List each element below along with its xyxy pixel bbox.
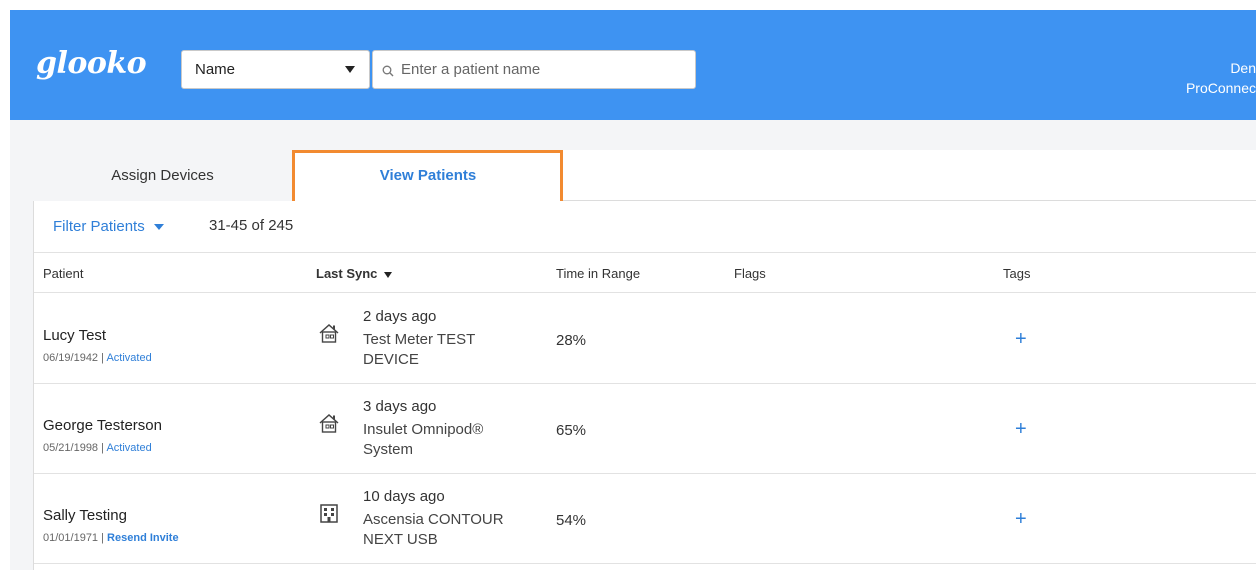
tab-label: Assign Devices: [111, 167, 214, 184]
add-tag-button[interactable]: +: [1015, 328, 1027, 351]
app-header: glooko Name Den ProConnec: [10, 10, 1256, 120]
patient-meta: 05/21/1998 | Activated: [43, 442, 152, 454]
patient-meta: 01/01/1971 | Resend Invite: [43, 532, 179, 544]
user-organization: ProConnec: [1185, 80, 1256, 96]
add-tag-button[interactable]: +: [1015, 418, 1027, 441]
column-header-tags[interactable]: Tags: [1003, 266, 1030, 281]
sort-desc-icon: [384, 271, 393, 278]
table-row[interactable]: Lucy Test 06/19/1942 | Activated 2 days …: [34, 294, 1256, 384]
patient-search-field[interactable]: [372, 50, 696, 89]
filter-patients-button[interactable]: Filter Patients: [53, 218, 164, 235]
last-sync-device: Insulet Omnipod® System: [363, 421, 484, 458]
home-icon: [318, 322, 340, 344]
last-sync-device: Ascensia CONTOUR NEXT USB: [363, 511, 504, 548]
pagination-count: 31-45 of 245: [209, 217, 294, 234]
chevron-down-icon: [345, 66, 355, 73]
patient-status-link[interactable]: Activated: [106, 352, 151, 364]
time-in-range-value: 65%: [556, 422, 587, 439]
table-row[interactable]: George Testerson 05/21/1998 | Activated …: [34, 384, 1256, 474]
patient-dob: 01/01/1971: [43, 532, 99, 544]
patient-status-link[interactable]: Activated: [106, 442, 151, 454]
filter-bar: Filter Patients 31-45 of 245: [34, 201, 1256, 253]
meta-separator: |: [98, 532, 108, 544]
column-header-last-sync-label: Last Sync: [316, 266, 378, 281]
patient-dob: 06/19/1942: [43, 352, 99, 364]
last-sync-device: Test Meter TEST DEVICE: [363, 331, 475, 368]
add-tag-button[interactable]: +: [1015, 508, 1027, 531]
tab-view-patients[interactable]: View Patients: [293, 150, 563, 201]
last-sync-time: 2 days ago: [363, 308, 437, 325]
column-header-last-sync[interactable]: Last Sync: [316, 266, 393, 281]
tab-label: View Patients: [379, 167, 477, 184]
last-sync-time: 3 days ago: [363, 398, 437, 415]
patient-name[interactable]: George Testerson: [43, 417, 162, 434]
patient-name[interactable]: Sally Testing: [43, 507, 127, 524]
resend-invite-link[interactable]: Resend Invite: [107, 532, 179, 544]
search-type-select[interactable]: Name: [181, 50, 370, 89]
patient-meta: 06/19/1942 | Activated: [43, 352, 152, 364]
search-type-value: Name: [195, 61, 236, 78]
clinic-building-icon: [318, 502, 340, 524]
search-icon: [382, 64, 394, 76]
home-icon: [318, 412, 340, 434]
time-in-range-value: 28%: [556, 332, 587, 349]
patient-dob: 05/21/1998: [43, 442, 99, 454]
column-header-time-in-range[interactable]: Time in Range: [556, 266, 640, 281]
filter-patients-label: Filter Patients: [53, 218, 145, 235]
column-header-patient[interactable]: Patient: [43, 266, 83, 281]
table-header: Patient Last Sync Time in Range Flags Ta…: [34, 253, 1256, 293]
tab-assign-devices[interactable]: Assign Devices: [33, 150, 293, 201]
caret-down-icon: [153, 223, 164, 230]
tab-bar: Assign Devices View Patients: [33, 150, 1256, 201]
patient-name[interactable]: Lucy Test: [43, 327, 106, 344]
user-name[interactable]: Den: [1230, 60, 1256, 76]
patient-search-input[interactable]: [401, 61, 671, 78]
table-row[interactable]: Sally Testing 01/01/1971 | Resend Invite…: [34, 474, 1256, 564]
time-in-range-value: 54%: [556, 512, 587, 529]
glooko-logo[interactable]: glooko: [36, 46, 147, 81]
window-top-margin: [0, 0, 1256, 10]
last-sync-time: 10 days ago: [363, 488, 445, 505]
column-header-flags[interactable]: Flags: [734, 266, 766, 281]
